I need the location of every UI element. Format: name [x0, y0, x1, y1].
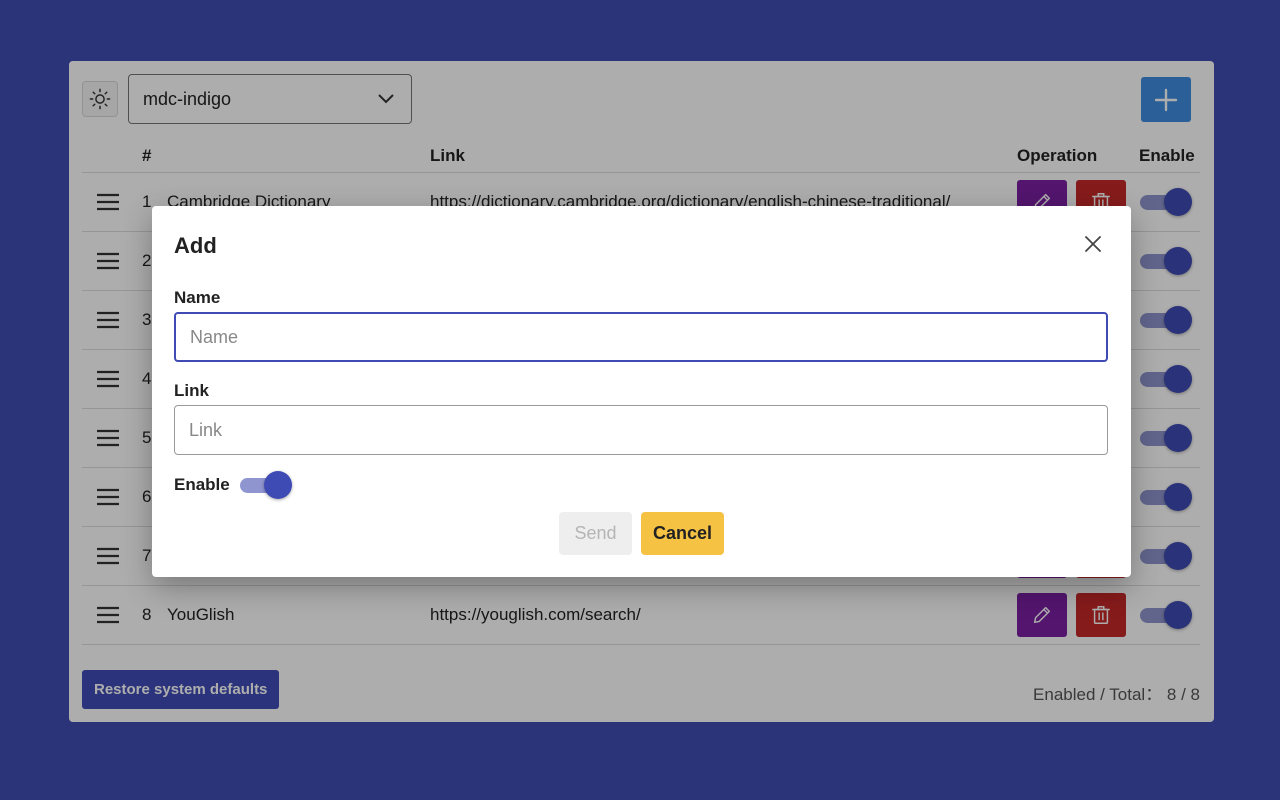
dialog-title: Add [174, 233, 217, 258]
send-button[interactable]: Send [559, 512, 632, 555]
name-input[interactable] [174, 312, 1108, 362]
enable-toggle[interactable] [238, 470, 292, 500]
close-icon[interactable] [1085, 236, 1101, 252]
enable-label: Enable [174, 475, 230, 494]
toggle-knob [263, 471, 292, 499]
link-input[interactable] [174, 405, 1108, 455]
enable-row: Enable [174, 470, 292, 500]
add-dialog: Add Name Link Enable Send Cancel [152, 206, 1131, 577]
name-label: Name [174, 288, 221, 307]
cancel-button[interactable]: Cancel [641, 512, 724, 555]
link-label: Link [174, 381, 209, 400]
